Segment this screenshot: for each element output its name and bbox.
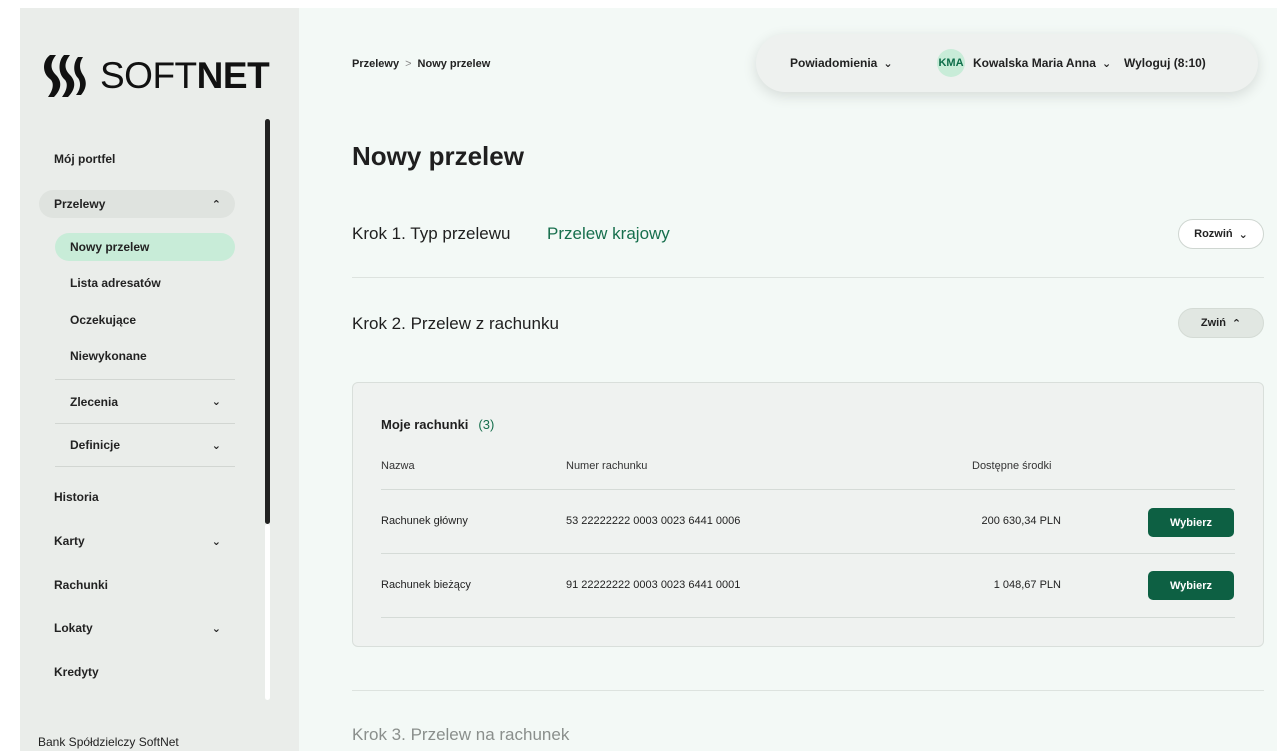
account-number: 53 22222222 0003 0023 6441 0006 xyxy=(566,515,741,527)
user-toolbar: Powiadomienia ⌄ KMA Kowalska Maria Anna … xyxy=(756,34,1258,92)
softnet-logo-icon xyxy=(44,55,86,97)
sidebar-item-label: Karty xyxy=(54,534,85,548)
step3-label: Krok 3. Przelew na rachunek xyxy=(352,725,570,744)
sidebar-subitem-definicje[interactable]: Definicje ⌄ xyxy=(55,423,235,467)
sidebar-item-label: Przelewy xyxy=(54,197,106,211)
logout-button[interactable]: Wyloguj (8:10) xyxy=(1124,56,1206,70)
step-divider xyxy=(352,277,1264,278)
chevron-down-icon: ⌄ xyxy=(211,439,221,452)
account-funds: 200 630,34 PLN xyxy=(981,515,1061,527)
account-name: Rachunek bieżący xyxy=(381,579,471,591)
chevron-down-icon: ⌄ xyxy=(883,57,893,70)
button-label: Zwiń xyxy=(1200,317,1226,329)
softnet-logo[interactable]: SOFTNET xyxy=(40,46,270,106)
user-menu[interactable]: KMA Kowalska Maria Anna ⌄ xyxy=(937,49,1111,77)
sidebar-item-label: Lista adresatów xyxy=(70,276,161,290)
column-header-number: Numer rachunku xyxy=(566,460,648,472)
sidebar-item-label: Nowy przelew xyxy=(70,240,150,254)
row-divider xyxy=(381,617,1235,618)
sidebar: SOFTNET Mój portfel Przelewy ⌃ Nowy prze… xyxy=(20,8,299,751)
sidebar-scrollbar-thumb[interactable] xyxy=(265,119,270,524)
sidebar-item-label: Zlecenia xyxy=(70,394,119,409)
row-divider xyxy=(381,489,1235,490)
collapse-step2-button[interactable]: Zwiń ⌃ xyxy=(1178,308,1264,338)
sidebar-item-label: Oczekujące xyxy=(70,313,137,327)
chevron-up-icon: ⌃ xyxy=(1231,317,1242,330)
sidebar-item-label: Kredyty xyxy=(54,665,99,679)
sidebar-item-lokaty[interactable]: Lokaty ⌄ xyxy=(54,621,235,635)
accounts-panel: Moje rachunki (3) Nazwa Numer rachunku Do… xyxy=(352,382,1264,647)
breadcrumb-parent[interactable]: Przelewy xyxy=(352,58,399,70)
chevron-down-icon: ⌄ xyxy=(1101,57,1112,70)
breadcrumb: Przelewy > Nowy przelew xyxy=(352,58,490,70)
step-divider xyxy=(352,690,1264,691)
logo-text: SOFTNET xyxy=(100,55,270,96)
breadcrumb-separator-icon: > xyxy=(405,58,412,70)
sidebar-item-label: Lokaty xyxy=(54,621,93,635)
row-divider xyxy=(381,553,1235,554)
chevron-down-icon: ⌄ xyxy=(211,396,221,408)
avatar: KMA xyxy=(937,49,965,77)
chevron-down-icon: ⌄ xyxy=(1238,228,1248,241)
column-header-funds: Dostępne środki xyxy=(972,460,1052,472)
sidebar-item-label: Niewykonane xyxy=(70,349,147,363)
select-account-button[interactable]: Wybierz xyxy=(1148,508,1234,537)
page-title: Nowy przelew xyxy=(352,141,524,171)
notifications-label: Powiadomienia xyxy=(790,56,878,70)
step1-value: Przelew krajowy xyxy=(547,224,670,243)
sidebar-scrollbar-track[interactable] xyxy=(265,524,270,700)
user-name: Kowalska Maria Anna xyxy=(973,56,1096,70)
expand-step1-button[interactable]: Rozwiń ⌄ xyxy=(1178,219,1264,249)
chevron-up-icon: ⌃ xyxy=(211,198,221,211)
sidebar-item-historia[interactable]: Historia xyxy=(54,490,235,504)
column-header-name: Nazwa xyxy=(381,460,415,472)
sidebar-subitem-zlecenia[interactable]: Zlecenia ⌄ xyxy=(55,379,235,423)
accounts-title: Moje rachunki (3) xyxy=(381,417,494,432)
account-funds: 1 048,67 PLN xyxy=(993,579,1061,591)
sidebar-item-rachunki[interactable]: Rachunki xyxy=(54,578,235,592)
sidebar-item-portfel[interactable]: Mój portfel xyxy=(54,152,115,166)
sidebar-item-label: Definicje xyxy=(70,438,121,452)
notifications-dropdown[interactable]: Powiadomienia ⌄ xyxy=(790,56,893,70)
account-name: Rachunek główny xyxy=(381,515,468,527)
account-number: 91 22222222 0003 0023 6441 0001 xyxy=(566,579,741,591)
accounts-title-text: Moje rachunki xyxy=(381,417,469,432)
chevron-down-icon: ⌄ xyxy=(211,622,221,635)
breadcrumb-current: Nowy przelew xyxy=(417,58,491,70)
chevron-down-icon: ⌄ xyxy=(211,535,221,548)
sidebar-subitem-nowy-przelew[interactable]: Nowy przelew xyxy=(55,233,235,261)
step2-label: Krok 2. Przelew z rachunku xyxy=(352,314,559,333)
sidebar-subitem-niewykonane[interactable]: Niewykonane xyxy=(55,342,235,370)
select-account-button[interactable]: Wybierz xyxy=(1148,571,1234,600)
sidebar-item-label: Historia xyxy=(54,490,99,504)
sidebar-item-label: Mój portfel xyxy=(54,152,116,166)
button-label: Rozwiń xyxy=(1194,228,1233,240)
sidebar-item-label: Rachunki xyxy=(54,578,109,592)
bank-name: Bank Spółdzielczy SoftNet xyxy=(38,735,179,749)
main-content: Przelewy > Nowy przelew Powiadomienia ⌄ … xyxy=(299,8,1277,751)
step1-label: Krok 1. Typ przelewu xyxy=(352,224,511,243)
sidebar-item-karty[interactable]: Karty ⌄ xyxy=(54,534,235,548)
accounts-count: (3) xyxy=(478,417,495,432)
sidebar-item-przelewy[interactable]: Przelewy ⌃ xyxy=(39,190,235,218)
sidebar-item-kredyty[interactable]: Kredyty xyxy=(54,665,235,679)
sidebar-subitem-lista-adresatow[interactable]: Lista adresatów xyxy=(55,269,235,297)
sidebar-subitem-oczekujace[interactable]: Oczekujące xyxy=(55,306,235,334)
